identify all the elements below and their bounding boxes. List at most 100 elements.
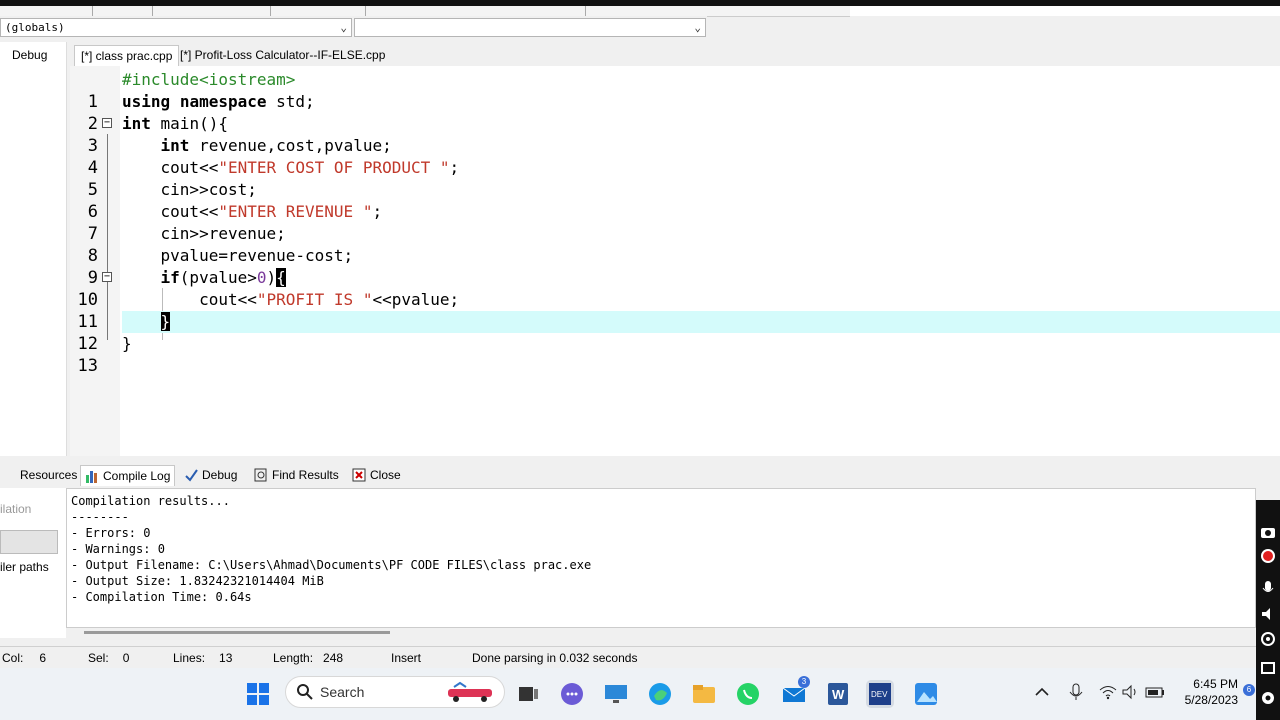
code-text: using namespace std;	[122, 92, 315, 111]
compiler-options-panel: ilation iler paths	[0, 488, 66, 638]
log-line: - Output Filename: C:\Users\Ahmad\Docume…	[71, 558, 592, 572]
bar-chart-icon	[85, 469, 99, 483]
wifi-icon[interactable]	[1098, 682, 1118, 702]
recorder-sidebar	[1256, 500, 1280, 720]
monitor-icon[interactable]	[602, 680, 630, 708]
code-line: 6 cin>>cost;	[70, 179, 1280, 222]
scrollbar-thumb[interactable]	[84, 631, 390, 634]
start-icon[interactable]	[244, 680, 272, 708]
word-icon[interactable]: W	[824, 680, 852, 708]
code-text: }	[122, 334, 132, 353]
code-text: int main(){	[122, 114, 228, 133]
file-explorer-icon[interactable]	[690, 680, 718, 708]
toolbar-separator	[365, 6, 366, 16]
whatsapp-icon[interactable]	[734, 680, 762, 708]
search-input[interactable]: Search	[285, 676, 505, 708]
project-panel: Debug	[0, 42, 67, 456]
status-length: Length: 248	[273, 651, 344, 665]
status-sel: Sel: 0	[88, 651, 130, 665]
log-line: - Compilation Time: 0.64s	[71, 590, 252, 604]
fold-collapse-icon[interactable]: −	[102, 272, 112, 282]
horizontal-scrollbar[interactable]	[66, 628, 1256, 638]
tab-profit-loss[interactable]: [*] Profit-Loss Calculator--IF-ELSE.cpp	[174, 45, 391, 65]
tab-resources[interactable]: Resources	[2, 465, 77, 485]
compile-option-button[interactable]	[0, 530, 58, 554]
function-combo[interactable]: ⌄	[354, 18, 706, 37]
close-icon	[352, 468, 366, 482]
code-line: 4 int revenue,cost,pvalue;	[70, 135, 1280, 178]
scope-combo-row: (globals) ⌄ ⌄	[0, 16, 707, 40]
window-icon[interactable]	[1260, 660, 1276, 676]
volume-icon[interactable]	[1120, 682, 1140, 702]
globals-combo-value: (globals)	[5, 21, 65, 34]
globals-combo[interactable]: (globals) ⌄	[0, 18, 352, 37]
tab-debug-left[interactable]: Debug	[0, 45, 60, 65]
taskbar: Search 3 W DEV 6:45 PM 5/28/2023 6	[0, 668, 1256, 720]
compilation-label: ilation	[0, 502, 32, 516]
log-line: - Output Size: 1.83242321014404 MiB	[71, 574, 324, 588]
status-message: Done parsing in 0.032 seconds	[472, 651, 638, 665]
code-text: int revenue,cost,pvalue;	[160, 136, 392, 155]
code-text: cout<<"ENTER REVENUE ";	[122, 202, 383, 221]
gear-icon[interactable]	[1260, 690, 1276, 706]
tab-debug-label: Debug	[202, 468, 238, 482]
record-icon[interactable]	[1260, 548, 1276, 564]
checkmark-icon	[184, 468, 198, 482]
code-line: 11 cout<<"PROFIT IS "<<pvalue;	[70, 289, 1280, 332]
close-button[interactable]: Close	[352, 465, 401, 485]
status-bar: Col: 6 Sel: 0 Lines: 13 Length: 248 Insert D…	[0, 646, 1256, 669]
tab-find-results[interactable]: Find Results	[254, 465, 339, 485]
fold-collapse-icon[interactable]: −	[102, 118, 112, 128]
mail-badge: 3	[798, 676, 810, 688]
code-line: 13 }	[70, 333, 1280, 376]
speaker-icon[interactable]	[1260, 606, 1276, 622]
code-line: 1 #include<iostream>	[70, 69, 1280, 112]
close-label: Close	[370, 468, 401, 482]
tab-debug[interactable]: Debug	[184, 465, 237, 485]
toolbar-separator	[270, 6, 271, 16]
code-line: 12 }	[70, 311, 1280, 354]
svg-text:W: W	[832, 687, 845, 702]
tab-compile-log-label: Compile Log	[103, 469, 171, 483]
toolbar-separator	[585, 6, 586, 16]
code-line: 9 pvalue=revenue-cost;	[70, 245, 1280, 288]
camera-icon[interactable]	[1260, 524, 1276, 540]
compile-log-output[interactable]: Compilation results... -------- - Errors…	[66, 488, 1256, 628]
resources-icon	[2, 468, 16, 482]
status-lines: Lines: 13	[173, 651, 233, 665]
tab-resources-label: Resources	[20, 468, 78, 482]
code-editor[interactable]: 1 #include<iostream> 2 using namespace s…	[70, 66, 1280, 456]
tab-class-prac[interactable]: [*] class prac.cpp	[74, 45, 180, 66]
webcam-icon[interactable]	[1260, 632, 1276, 648]
search-icon	[296, 683, 314, 706]
mail-icon[interactable]: 3	[780, 676, 810, 708]
log-line: Compilation results...	[71, 494, 230, 508]
chevron-down-icon: ⌄	[340, 21, 347, 34]
task-view-icon[interactable]	[514, 680, 542, 708]
status-col: Col: 6	[2, 651, 47, 665]
code-text: #include<iostream>	[122, 70, 296, 89]
microphone-icon[interactable]	[1260, 580, 1276, 596]
clock-time: 6:45 PM	[1193, 677, 1238, 691]
photos-icon[interactable]	[912, 680, 940, 708]
code-text: cin>>cost;	[122, 180, 257, 199]
teams-chat-icon[interactable]	[558, 680, 586, 708]
battery-icon[interactable]	[1144, 682, 1166, 702]
code-text: }	[160, 312, 171, 331]
microphone-icon[interactable]	[1066, 682, 1086, 702]
devcpp-icon[interactable]: DEV	[866, 680, 894, 708]
code-text: if(pvalue>0){	[160, 268, 286, 287]
line-number: 13	[77, 356, 98, 376]
edge-browser-icon[interactable]	[646, 680, 674, 708]
clock-date: 5/28/2023	[1184, 693, 1238, 707]
toolbar-right-area	[850, 6, 1280, 16]
code-line: 2 using namespace std;	[70, 91, 1280, 134]
clock[interactable]: 6:45 PM 5/28/2023	[1185, 676, 1238, 708]
svg-text:DEV: DEV	[871, 690, 888, 699]
code-line: 8 cin>>revenue;	[70, 223, 1280, 266]
code-text: cout<<"ENTER COST OF PRODUCT ";	[122, 158, 460, 177]
chevron-up-icon[interactable]	[1032, 682, 1052, 702]
find-icon	[254, 468, 268, 482]
tab-compile-log[interactable]: Compile Log	[80, 465, 176, 486]
notification-badge[interactable]: 6	[1243, 684, 1255, 696]
